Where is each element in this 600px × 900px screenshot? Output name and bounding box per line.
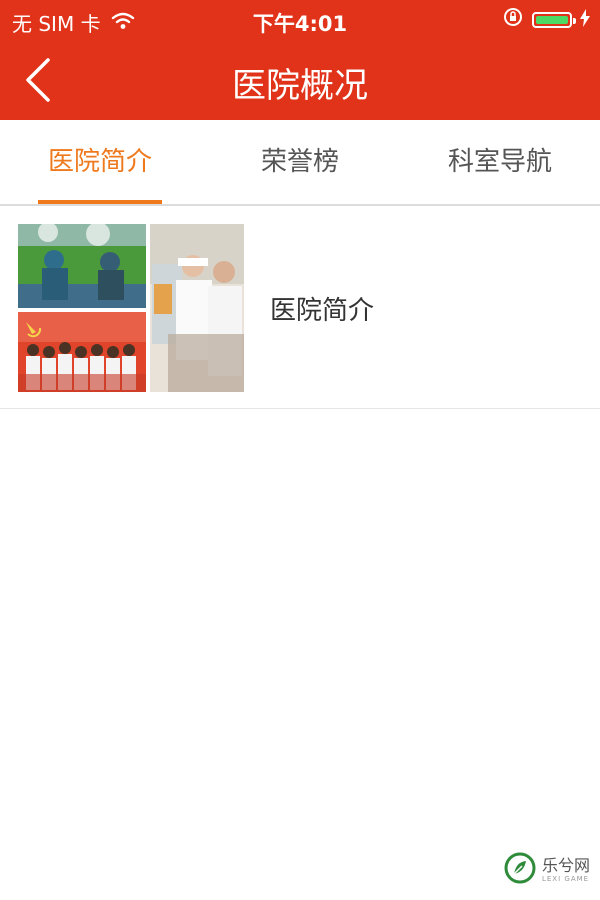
battery-fill <box>536 15 568 24</box>
battery-icon <box>532 11 576 28</box>
tab-label: 荣誉榜 <box>260 147 339 177</box>
page-title: 医院概况 <box>232 66 368 106</box>
nav-bar: 医院概况 <box>0 40 600 120</box>
list-item-title: 医院简介 <box>270 296 375 326</box>
tab-department-nav[interactable]: 科室导航 <box>400 120 600 204</box>
active-tab-indicator <box>38 200 162 204</box>
charging-bolt-icon <box>580 8 590 32</box>
tab-bar: 医院简介 荣誉榜 科室导航 <box>0 120 600 206</box>
watermark: 乐兮网 LEXI GAME <box>504 852 590 888</box>
lexi-game-logo <box>504 852 536 888</box>
tab-hospital-intro[interactable]: 医院简介 <box>0 120 200 204</box>
status-right <box>502 6 590 33</box>
watermark-subtext: LEXI GAME <box>541 874 590 883</box>
battery-nub <box>573 17 576 24</box>
hospital-collage-image <box>18 222 244 392</box>
status-bar: 无 SIM 卡 下午4:01 <box>0 0 600 40</box>
watermark-text: 乐兮网 <box>541 855 590 875</box>
orientation-lock-icon <box>502 6 524 33</box>
tab-label: 医院简介 <box>47 147 152 177</box>
tab-label: 科室导航 <box>447 147 552 177</box>
watermark-text-block: 乐兮网 LEXI GAME <box>541 855 590 883</box>
list-item[interactable]: 医院简介 <box>0 206 600 409</box>
tab-honor-roll[interactable]: 荣誉榜 <box>200 120 400 204</box>
content-list: 医院简介 <box>0 206 600 409</box>
